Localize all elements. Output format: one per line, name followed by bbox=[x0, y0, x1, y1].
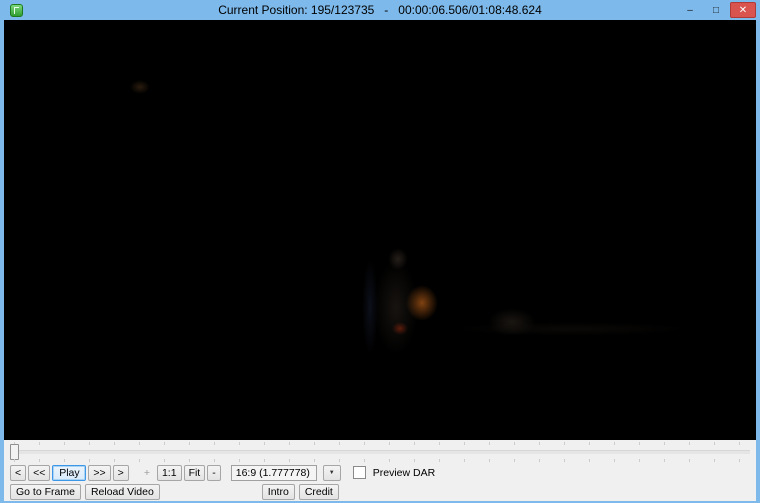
titlebar: Current Position: 195/123735 - 00:00:06.… bbox=[0, 0, 760, 20]
aspect-dropdown-button[interactable]: ▼ bbox=[322, 464, 341, 481]
maximize-button[interactable]: □ bbox=[704, 2, 728, 18]
zoom-out-button[interactable]: - bbox=[207, 464, 221, 481]
window-title: Current Position: 195/123735 - 00:00:06.… bbox=[218, 3, 542, 17]
go-to-frame-button[interactable]: Go to Frame bbox=[10, 484, 81, 500]
video-preview bbox=[4, 20, 756, 440]
transport-row: < << Play >> > + 1:1 Fit - 16:9 (1.77777… bbox=[4, 463, 756, 482]
preview-dar-checkbox[interactable] bbox=[352, 466, 366, 479]
play-button[interactable]: Play bbox=[52, 464, 87, 481]
control-panel: < << Play >> > + 1:1 Fit - 16:9 (1.77777… bbox=[4, 440, 756, 501]
close-button[interactable]: ✕ bbox=[730, 2, 756, 18]
actual-size-button[interactable]: 1:1 bbox=[156, 464, 182, 481]
aspect-ratio-field[interactable]: 16:9 (1.777778) bbox=[230, 464, 317, 481]
fit-button[interactable]: Fit bbox=[183, 464, 206, 481]
app-window: Current Position: 195/123735 - 00:00:06.… bbox=[0, 0, 760, 503]
seek-forward-button[interactable]: >> bbox=[88, 464, 111, 481]
seek-slider[interactable] bbox=[6, 441, 754, 463]
minimize-button[interactable]: – bbox=[678, 2, 702, 18]
slider-thumb[interactable] bbox=[10, 444, 19, 460]
zoom-in-button[interactable]: + bbox=[139, 465, 155, 481]
seek-back-button[interactable]: << bbox=[28, 464, 51, 481]
chevron-down-icon: ▼ bbox=[328, 469, 335, 476]
credit-button[interactable]: Credit bbox=[298, 484, 339, 500]
actions-row: Go to Frame Reload Video Intro Credit bbox=[4, 483, 756, 501]
slider-ticks-top bbox=[14, 442, 746, 445]
slider-track[interactable] bbox=[10, 450, 750, 454]
step-back-button[interactable]: < bbox=[10, 464, 27, 481]
step-forward-button[interactable]: > bbox=[112, 464, 129, 481]
intro-button[interactable]: Intro bbox=[261, 484, 295, 500]
reload-video-button[interactable]: Reload Video bbox=[84, 484, 160, 500]
preview-dar-label: Preview DAR bbox=[372, 466, 436, 479]
slider-ticks-bottom bbox=[14, 459, 746, 462]
